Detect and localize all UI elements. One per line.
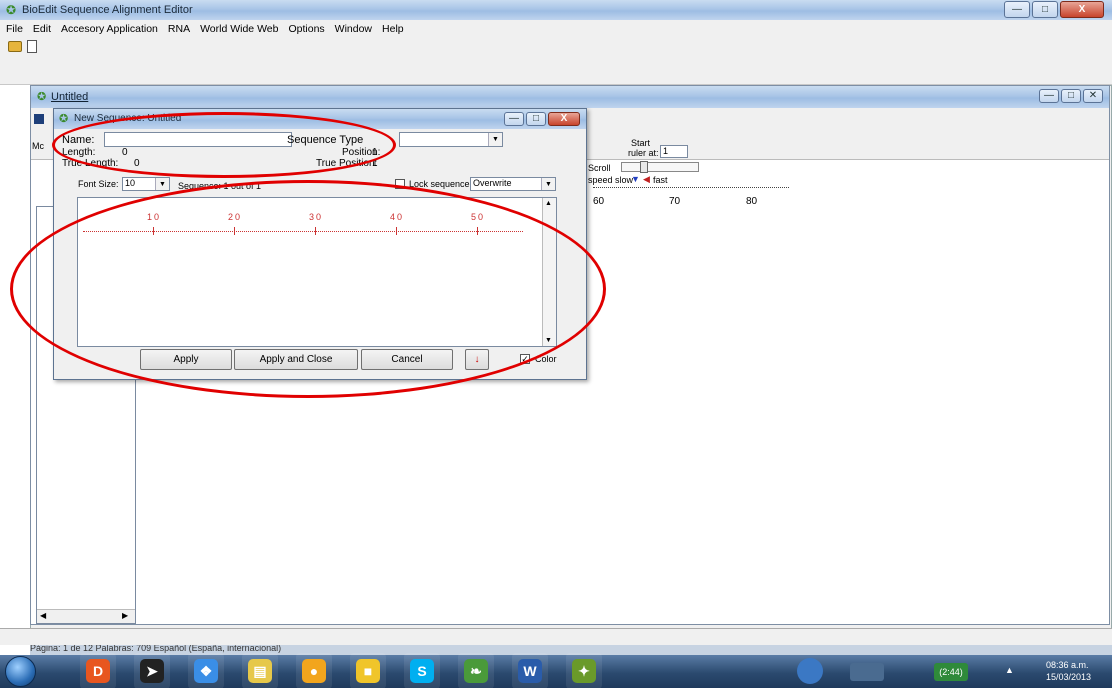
start-button[interactable]: [5, 656, 36, 687]
annotation-ellipse-header: [52, 112, 396, 178]
photos-taskbar-icon[interactable]: ❧: [458, 653, 494, 688]
slow-arrow-icon[interactable]: ▼: [631, 174, 640, 184]
tray-chrome-icon[interactable]: [797, 658, 823, 684]
open-folder-icon[interactable]: [8, 41, 22, 52]
photos-icon: ❧: [464, 659, 488, 683]
main-statusbar: [0, 628, 1112, 645]
menu-item-options[interactable]: Options: [288, 23, 324, 35]
explorer-taskbar-icon[interactable]: ▤: [242, 653, 278, 688]
ruler-tick-80: 80: [746, 196, 758, 207]
taskbar: D ➤ ❖ ▤ ● ■ S ❧ W ✦ (2:44) ▲ 08:36 a.m. 15/03/201…: [0, 653, 1112, 688]
main-toolbar: [0, 37, 1112, 85]
document-ruler: [593, 187, 789, 195]
ruler-tick-70: 70: [669, 196, 681, 207]
doc-close-icon[interactable]: ✕: [1083, 89, 1103, 103]
dialog-logo-icon: ✪: [59, 113, 69, 125]
ruler-at-input[interactable]: 1: [660, 145, 688, 158]
doc-minimize-icon[interactable]: —: [1039, 89, 1059, 103]
chrome-taskbar-icon[interactable]: ●: [296, 653, 332, 688]
menu-item-file[interactable]: File: [6, 23, 23, 35]
main-titlebar: ✪ BioEdit Sequence Alignment Editor — □ …: [0, 0, 1112, 20]
folder-icon: ■: [356, 659, 380, 683]
edit-mode-arrow-icon[interactable]: ▼: [541, 178, 555, 190]
skype-taskbar-icon[interactable]: S: [404, 653, 440, 688]
menu-item-edit[interactable]: Edit: [33, 23, 51, 35]
scroll-left-icon[interactable]: ◀: [40, 611, 46, 620]
ruler-tick-60: 60: [593, 196, 605, 207]
bioedit-taskbar-icon[interactable]: ✦: [566, 653, 602, 688]
show-tray-icon[interactable]: ▲: [1005, 665, 1014, 675]
document-titlebar: ✪ Untitled — □ ✕: [31, 86, 1109, 108]
bioedit-logo-icon: ✪: [6, 3, 17, 17]
torrent-taskbar-icon[interactable]: ➤: [134, 653, 170, 688]
minimize-icon[interactable]: —: [1004, 1, 1030, 18]
word-taskbar-icon[interactable]: W: [512, 653, 548, 688]
new-file-icon[interactable]: [27, 40, 37, 53]
doc-logo-icon: ✪: [37, 91, 47, 103]
start-label: Start: [631, 138, 651, 148]
save-icon[interactable]: [34, 114, 44, 124]
clock-time[interactable]: 08:36 a.m.: [1046, 660, 1089, 670]
dialog-close-icon[interactable]: X: [548, 112, 580, 126]
dropbox-icon: ❖: [194, 659, 218, 683]
fast-arrow-icon[interactable]: ◀: [643, 174, 650, 185]
word-status-text: Página: 1 de 12 Palabras: 709 Español (E…: [30, 645, 282, 653]
explorer-icon: ▤: [248, 659, 272, 683]
maximize-icon[interactable]: □: [1032, 1, 1058, 18]
menu-items: File Edit Accesory Application RNA World Wid…: [0, 20, 1112, 37]
edit-mode-value: Overwrite: [473, 178, 512, 188]
word-icon: W: [518, 659, 542, 683]
vscroll-up-icon[interactable]: ▲: [545, 200, 552, 207]
ruler-at-label: ruler at:: [628, 148, 659, 158]
office-taskbar-icon[interactable]: D: [80, 653, 116, 688]
speed-slow-label: speed slow: [588, 175, 634, 185]
menu-item-accesory-application[interactable]: Accesory Application: [61, 23, 158, 35]
dialog-caption-buttons: — □ X: [504, 112, 580, 126]
doc-left-label: Mc: [32, 141, 44, 151]
scroll-right-icon[interactable]: ▶: [122, 611, 128, 620]
doc-caption-buttons: — □ ✕: [1039, 89, 1103, 103]
chrome-icon: ●: [302, 659, 326, 683]
slider-thumb[interactable]: [640, 161, 648, 173]
close-icon[interactable]: X: [1060, 1, 1104, 18]
font-size-label: Font Size:: [78, 179, 119, 189]
menu-item-window[interactable]: Window: [335, 23, 372, 35]
font-size-arrow-icon[interactable]: ▼: [155, 178, 169, 190]
scroll-speed-slider[interactable]: [621, 161, 699, 173]
edit-mode-select[interactable]: Overwrite ▼: [470, 177, 556, 191]
scroll-label: Scroll: [588, 163, 611, 173]
document-title: Untitled: [51, 91, 89, 103]
fast-label: fast: [653, 175, 668, 185]
annotation-ellipse-editor: [10, 180, 606, 398]
font-size-value: 10: [125, 178, 136, 188]
folder-taskbar-icon[interactable]: ■: [350, 653, 386, 688]
menu-item-help[interactable]: Help: [382, 23, 404, 35]
network-icon[interactable]: [850, 663, 884, 681]
torrent-icon: ➤: [140, 659, 164, 683]
battery-indicator[interactable]: (2:44): [934, 663, 968, 681]
battery-text: (2:44): [939, 667, 963, 677]
sequence-type-select[interactable]: ▼: [399, 132, 503, 147]
main-caption-buttons: — □ X: [1004, 1, 1104, 18]
dialog-minimize-icon[interactable]: —: [504, 112, 524, 126]
dropbox-taskbar-icon[interactable]: ❖: [188, 653, 224, 688]
dialog-maximize-icon[interactable]: □: [526, 112, 546, 126]
menu-item-world-wide-web[interactable]: World Wide Web: [200, 23, 278, 35]
bioedit-icon: ✦: [572, 659, 596, 683]
names-hscroll[interactable]: ◀ ▶: [37, 609, 135, 623]
doc-restore-icon[interactable]: □: [1061, 89, 1081, 103]
taskbar-icons: D ➤ ❖ ▤ ● ■ S ❧ W ✦: [80, 653, 610, 688]
menu-item-rna[interactable]: RNA: [168, 23, 190, 35]
dropdown-arrow-icon[interactable]: ▼: [488, 133, 502, 146]
skype-icon: S: [410, 659, 434, 683]
clock-date[interactable]: 15/03/2013: [1046, 672, 1091, 682]
font-size-select[interactable]: 10 ▼: [122, 177, 170, 191]
app-title: BioEdit Sequence Alignment Editor: [22, 4, 193, 16]
menu-bar: File Edit Accesory Application RNA World Wid…: [0, 20, 1112, 37]
office-icon: D: [86, 659, 110, 683]
